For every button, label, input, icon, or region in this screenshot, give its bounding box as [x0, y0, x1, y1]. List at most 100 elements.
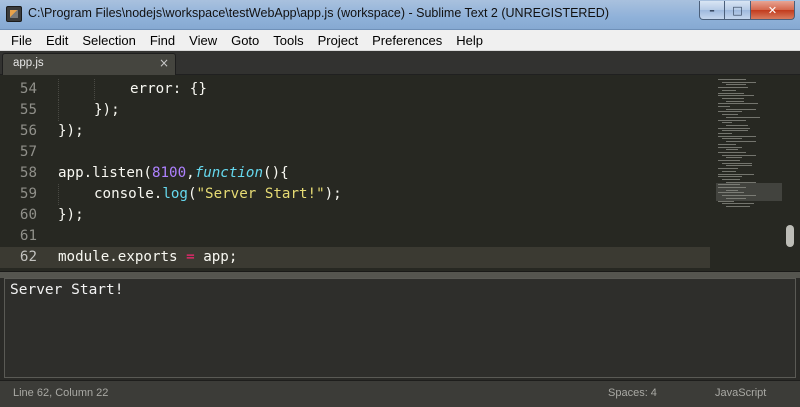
code-text: }); — [58, 121, 84, 142]
close-button[interactable]: ✕ — [751, 1, 795, 20]
minimap-line — [718, 135, 756, 137]
code-text: app.listen(8100,function(){ — [58, 163, 289, 184]
minimap-line — [726, 157, 742, 159]
minimap-line — [718, 160, 740, 161]
code-text: error: {} — [130, 79, 207, 100]
code-line[interactable]: 62 module.exports = app; — [0, 247, 710, 268]
code-line[interactable]: 58 app.listen(8100,function(){ — [0, 163, 710, 184]
minimap-line — [718, 168, 738, 170]
indent-guide — [58, 184, 59, 205]
minimap-line — [718, 143, 736, 145]
code-token: ( — [187, 186, 197, 202]
menu-goto[interactable]: Goto — [224, 31, 266, 50]
code-line[interactable]: 55}); — [0, 100, 710, 121]
code-token: = — [186, 249, 195, 265]
line-number: 57 — [19, 144, 37, 160]
menu-find[interactable]: Find — [143, 31, 182, 50]
code-token: log — [162, 186, 188, 202]
minimap-line — [722, 162, 752, 164]
minimap-line — [722, 89, 736, 91]
minimap-line — [726, 141, 756, 143]
indent-guide — [58, 79, 59, 100]
minimap-line — [718, 184, 740, 186]
minimap-line — [726, 149, 738, 151]
code-token: error: {} — [130, 81, 207, 97]
minimap-line — [722, 122, 732, 124]
minimap-line — [718, 176, 742, 178]
tab-app-js[interactable]: app.js × — [2, 53, 176, 75]
vertical-scrollbar-thumb[interactable] — [786, 225, 794, 247]
code-token: (){ — [263, 165, 289, 181]
indentation-setting[interactable]: Spaces: 4 — [608, 387, 657, 399]
menu-selection[interactable]: Selection — [75, 31, 142, 50]
sublime-app-icon[interactable] — [6, 6, 22, 22]
tab-close-icon[interactable]: × — [159, 56, 169, 70]
code-editor[interactable]: 54 error: {} 55}); 56}); 57 58 app.listen(8100… — [0, 75, 800, 271]
menu-tools[interactable]: Tools — [266, 31, 310, 50]
code-token: console. — [94, 186, 163, 202]
code-line[interactable]: 54 error: {} — [0, 79, 710, 100]
code-token: module.exports — [58, 249, 187, 265]
minimap-line — [726, 205, 750, 207]
code-token: 8100 — [151, 165, 187, 181]
window-controls: – □ ✕ — [699, 1, 795, 21]
minimap-line — [726, 84, 746, 86]
minimap-line — [718, 146, 742, 148]
minimap-line — [722, 203, 754, 205]
cursor-position: Line 62, Column 22 — [13, 387, 109, 399]
minimap-line — [718, 103, 758, 105]
minimap-line — [718, 127, 750, 129]
code-line[interactable]: 59 console.log("Server Start!"); — [0, 184, 710, 205]
panel-divider[interactable] — [0, 271, 800, 278]
minimap-line — [722, 97, 744, 99]
minimap-line — [718, 87, 748, 89]
line-number: 60 — [19, 207, 37, 223]
minimap[interactable] — [714, 75, 784, 271]
menu-help[interactable]: Help — [449, 31, 490, 50]
minimap-line — [726, 197, 746, 199]
line-number: 58 — [19, 165, 37, 181]
window-title-bar[interactable]: C:\Program Files\nodejs\workspace\testWe… — [0, 0, 800, 30]
menu-preferences[interactable]: Preferences — [365, 31, 449, 50]
line-number: 54 — [19, 81, 37, 97]
minimap-line — [718, 192, 744, 194]
minimap-line — [726, 124, 748, 126]
minimap-line — [718, 187, 746, 188]
maximize-button[interactable]: □ — [725, 1, 751, 20]
code-token: app. — [58, 165, 93, 181]
minimap-line — [726, 100, 744, 102]
code-line[interactable]: 60}); — [0, 205, 710, 226]
minimap-line — [718, 119, 746, 121]
syntax-selector[interactable]: JavaScript — [715, 387, 766, 399]
tab-bar: app.js × — [0, 51, 800, 75]
window-title: C:\Program Files\nodejs\workspace\testWe… — [28, 6, 609, 20]
code-token: ( — [143, 165, 152, 181]
minimap-line — [722, 195, 756, 197]
code-line[interactable]: 56}); — [0, 121, 710, 142]
code-line[interactable]: 61 — [0, 226, 710, 247]
minimap-line — [722, 81, 756, 83]
minimap-line — [722, 170, 736, 172]
menu-file[interactable]: File — [4, 31, 39, 50]
menu-project[interactable]: Project — [311, 31, 365, 50]
minimap-line — [722, 154, 756, 156]
console-output-panel[interactable]: Server Start! — [4, 278, 796, 378]
status-bar: Line 62, Column 22 Spaces: 4 JavaScript — [0, 380, 800, 407]
minimap-line — [726, 181, 756, 183]
line-number: 59 — [19, 186, 37, 202]
minimap-line — [726, 189, 738, 191]
minimize-button[interactable]: – — [699, 1, 725, 20]
code-token: app; — [194, 249, 238, 265]
code-line[interactable]: 57 — [0, 142, 710, 163]
code-token: , — [186, 165, 195, 181]
code-token: "Server Start!" — [196, 186, 325, 202]
menu-view[interactable]: View — [182, 31, 224, 50]
minimap-line — [718, 200, 734, 202]
code-token: ); — [324, 186, 342, 202]
minimap-line — [722, 130, 748, 132]
menu-edit[interactable]: Edit — [39, 31, 75, 50]
code-text: module.exports = app; — [58, 247, 237, 268]
minimap-line — [718, 133, 732, 134]
indent-guide — [58, 100, 59, 121]
code-text: console.log("Server Start!"); — [94, 184, 342, 205]
